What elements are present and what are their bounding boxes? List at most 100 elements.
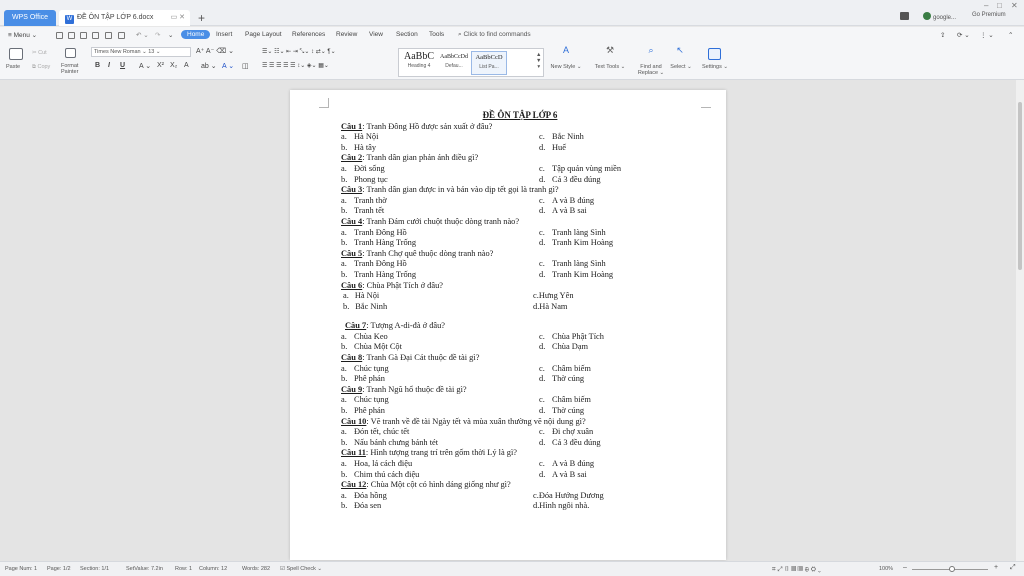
question-line: Câu 4: Tranh Đám cưới chuột thuộc dòng t… bbox=[341, 217, 681, 228]
option-text: Phong tục bbox=[354, 174, 388, 184]
italic-button[interactable]: I bbox=[108, 62, 110, 69]
text-tools-button[interactable]: Text Tools ⌄ bbox=[590, 64, 630, 70]
answer-option-b: b. Chim thú cách điệu bbox=[341, 470, 419, 481]
window-layout-icon[interactable] bbox=[900, 12, 909, 21]
cut-label: Cut bbox=[38, 50, 47, 56]
copy-button[interactable]: ⧉ Copy bbox=[32, 64, 50, 70]
subscript-button[interactable]: X₂ bbox=[170, 62, 177, 69]
tab-home[interactable]: Home bbox=[181, 30, 211, 39]
print-icon[interactable] bbox=[92, 32, 99, 39]
find-commands-search[interactable]: ⌕ Click to find commands bbox=[458, 31, 531, 39]
new-tab-button[interactable]: + bbox=[198, 11, 205, 25]
text-tools-icon[interactable]: ⚒ bbox=[600, 46, 620, 55]
select-icon[interactable]: ↖ bbox=[672, 46, 688, 55]
font-name-select[interactable]: Times New Roman ⌄ 13 ⌄ bbox=[91, 47, 191, 57]
document-tab[interactable]: W ĐỀ ÔN TẬP LỚP 6.docx ▭ ✕ bbox=[59, 10, 190, 26]
superscript-button[interactable]: X² bbox=[157, 62, 164, 69]
answer-option-c: c. Châm biếm bbox=[539, 395, 591, 406]
format-painter-icon[interactable] bbox=[65, 48, 76, 58]
answer-row: a. Hà Nội c.Hưng Yên bbox=[341, 291, 681, 302]
answer-row: b. Nấu bánh chưng bánh tét d. Cả 3 đều đúng bbox=[341, 438, 681, 449]
customize-toolbar-icon[interactable]: ⌄ bbox=[168, 31, 173, 39]
vertical-scrollbar[interactable] bbox=[1016, 80, 1024, 561]
question-text: : Vẽ tranh về đề tài Ngày tết và mùa xuâ… bbox=[366, 416, 586, 426]
question-text: : Tranh dân gian được in và bán vào dịp … bbox=[362, 185, 559, 195]
find-replace-icon[interactable]: ⌕ bbox=[641, 46, 661, 55]
settings-icon[interactable] bbox=[708, 48, 721, 60]
wps-office-tab[interactable]: WPS Office bbox=[4, 10, 56, 26]
paste-button[interactable]: Paste bbox=[6, 64, 20, 70]
tab-tools[interactable]: Tools bbox=[429, 31, 444, 38]
style-heading-4[interactable]: AaBbC Heading 4 bbox=[401, 51, 437, 75]
print-preview-icon[interactable] bbox=[105, 32, 112, 39]
collapse-ribbon-icon[interactable]: ⌃ bbox=[1008, 31, 1013, 39]
redo-icon[interactable]: ↷ bbox=[155, 31, 160, 39]
fit-window-icon[interactable]: ⤢ bbox=[1010, 564, 1016, 572]
spell-check-button[interactable]: ☑ Spell Check ⌄ bbox=[280, 566, 322, 572]
underline-button[interactable]: U bbox=[120, 62, 125, 69]
bold-button[interactable]: B bbox=[95, 62, 100, 69]
select-button[interactable]: Select ⌄ bbox=[666, 64, 696, 70]
new-style-icon[interactable]: A bbox=[555, 46, 577, 55]
status-page[interactable]: Page: 1/2 bbox=[47, 566, 71, 572]
new-doc-icon[interactable] bbox=[56, 32, 63, 39]
zoom-level[interactable]: 100% bbox=[879, 566, 893, 572]
bullets-icon[interactable]: ☰⌄ ☷⌄ ⇤ ⇥ ⤡⌄ ↕ ⇄⌄ ¶⌄ bbox=[262, 48, 336, 56]
document-body[interactable]: ĐỀ ÔN TẬP LỚP 6 Câu 1: Tranh Đông Hồ đượ… bbox=[341, 110, 681, 512]
zoom-out-icon[interactable]: – bbox=[903, 564, 907, 571]
go-premium-button[interactable]: Go Premium bbox=[972, 12, 1006, 18]
save-icon[interactable] bbox=[80, 32, 87, 39]
answer-option-d: d. Huế bbox=[539, 143, 566, 154]
minimize-icon[interactable]: – bbox=[984, 1, 988, 10]
zoom-in-icon[interactable]: + bbox=[994, 564, 998, 571]
option-text: Đời sống bbox=[354, 163, 385, 173]
new-style-button[interactable]: New Style ⌄ bbox=[548, 64, 584, 70]
tab-references[interactable]: References bbox=[292, 31, 325, 38]
option-letter: d. bbox=[539, 206, 546, 216]
answer-option-d: d. Chùa Dạm bbox=[539, 342, 588, 353]
document-page[interactable]: ĐỀ ÔN TẬP LỚP 6 Câu 1: Tranh Đông Hồ đượ… bbox=[290, 90, 726, 560]
export-pdf-icon[interactable] bbox=[118, 32, 125, 39]
share-icon[interactable]: ⇪ bbox=[940, 31, 945, 39]
font-color-icon[interactable]: A ⌄ bbox=[222, 62, 234, 70]
close-window-icon[interactable]: ✕ bbox=[1011, 1, 1018, 10]
tab-page-layout[interactable]: Page Layout bbox=[245, 31, 282, 38]
char-border-icon[interactable]: ◫ bbox=[242, 62, 249, 70]
style-default[interactable]: AaBbCcDd Defau... bbox=[436, 51, 472, 75]
styles-scroll-icon[interactable]: ▲ ▼ ▾ bbox=[536, 52, 541, 70]
char-shading-icon[interactable]: A bbox=[184, 62, 189, 69]
answer-option-c: c. Tranh làng Sình bbox=[539, 228, 606, 239]
font-size-controls[interactable]: A⁺ A⁻ ⌫ ⌄ bbox=[196, 47, 234, 55]
option-letter: a. bbox=[341, 363, 347, 373]
tab-close-icon[interactable]: ▭ ✕ bbox=[171, 10, 185, 26]
highlight-icon[interactable]: ab ⌄ bbox=[201, 62, 217, 70]
question-number: Câu 12 bbox=[341, 480, 367, 490]
format-painter-button[interactable]: Format Painter bbox=[61, 63, 78, 75]
tab-review[interactable]: Review bbox=[336, 31, 357, 38]
tab-view[interactable]: View bbox=[369, 31, 383, 38]
answer-row: a. Đón tết, chúc tết c. Đi chợ xuân bbox=[341, 427, 681, 438]
style-list-paragraph[interactable]: AaBbCcD List Pa... bbox=[471, 51, 507, 75]
more-options-icon[interactable]: ⋮ ⌄ bbox=[980, 31, 994, 39]
settings-button[interactable]: Settings ⌄ bbox=[700, 64, 730, 70]
maximize-icon[interactable]: □ bbox=[997, 1, 1002, 10]
paste-icon[interactable] bbox=[9, 48, 23, 60]
tab-section[interactable]: Section bbox=[396, 31, 418, 38]
zoom-slider-knob[interactable] bbox=[949, 566, 955, 572]
option-text: A và B đúng bbox=[552, 459, 595, 468]
question-line: Câu 6: Chùa Phật Tích ở đâu? bbox=[341, 281, 681, 292]
view-mode-icons[interactable]: ⌗ ⤢ ▯ ▤ ▥ ⊕ ⛭ ⌄ bbox=[772, 566, 821, 574]
main-menu-button[interactable]: ≡ Menu ⌄ bbox=[8, 31, 37, 39]
cut-button[interactable]: ✂ Cut bbox=[32, 50, 47, 56]
text-effects-button[interactable]: A ⌄ bbox=[139, 62, 151, 70]
find-replace-button[interactable]: Find and Replace ⌄ bbox=[634, 64, 668, 76]
undo-icon[interactable]: ↶ ⌄ bbox=[136, 31, 149, 39]
open-folder-icon[interactable] bbox=[68, 32, 75, 39]
status-words[interactable]: Words: 282 bbox=[242, 566, 270, 572]
align-icons[interactable]: ☰ ☰ ☰ ☰ ☰ ↕⌄ ◈⌄ ▦⌄ bbox=[262, 62, 329, 69]
scrollbar-thumb[interactable] bbox=[1018, 102, 1022, 270]
account-button[interactable]: google... bbox=[923, 12, 956, 21]
sync-icon[interactable]: ⟳ ⌄ bbox=[957, 31, 970, 39]
answer-row: b. Hà tây d. Huế bbox=[341, 143, 681, 154]
tab-insert[interactable]: Insert bbox=[216, 31, 232, 38]
